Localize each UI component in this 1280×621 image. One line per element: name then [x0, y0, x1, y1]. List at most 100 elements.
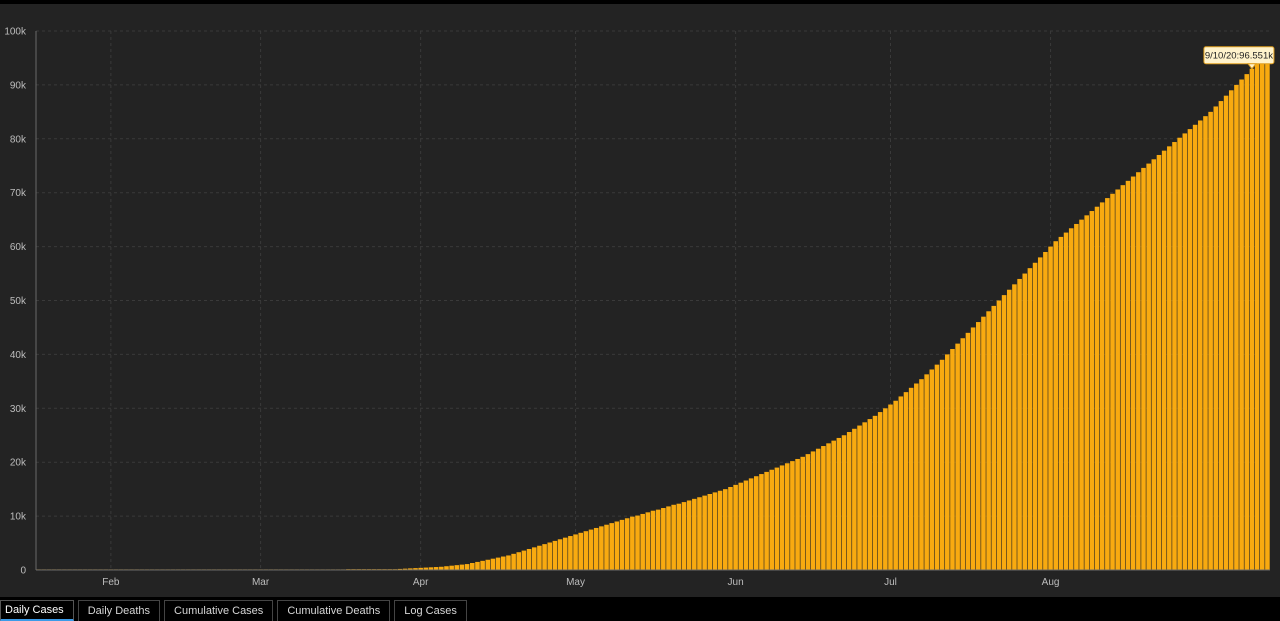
- bar[interactable]: [1130, 176, 1136, 570]
- bar[interactable]: [852, 428, 857, 570]
- bar[interactable]: [743, 480, 749, 570]
- bar[interactable]: [645, 512, 651, 570]
- bar[interactable]: [753, 476, 759, 570]
- bar[interactable]: [986, 311, 991, 570]
- bar[interactable]: [454, 565, 460, 570]
- bar[interactable]: [888, 404, 893, 570]
- bar[interactable]: [1022, 273, 1028, 570]
- bar[interactable]: [970, 327, 976, 570]
- bar[interactable]: [1125, 180, 1131, 571]
- bar[interactable]: [666, 506, 671, 570]
- bar[interactable]: [593, 527, 599, 570]
- bar[interactable]: [506, 555, 511, 570]
- bar[interactable]: [459, 564, 465, 570]
- bar[interactable]: [1120, 185, 1126, 571]
- bar[interactable]: [562, 537, 568, 570]
- bar[interactable]: [903, 392, 909, 570]
- tab-daily-cases[interactable]: Daily Cases: [0, 600, 74, 621]
- tab-cumulative-cases[interactable]: Cumulative Cases: [164, 600, 274, 621]
- bar[interactable]: [630, 516, 635, 570]
- bar[interactable]: [500, 556, 506, 570]
- bar[interactable]: [1074, 223, 1079, 570]
- bar[interactable]: [919, 379, 924, 570]
- bar[interactable]: [826, 443, 831, 570]
- bar[interactable]: [883, 408, 888, 570]
- bar[interactable]: [578, 532, 583, 570]
- bar[interactable]: [1053, 241, 1059, 570]
- bar[interactable]: [924, 374, 929, 570]
- bar[interactable]: [893, 400, 898, 570]
- bar[interactable]: [1037, 257, 1043, 570]
- bar[interactable]: [1146, 163, 1151, 570]
- bar[interactable]: [1079, 219, 1084, 570]
- bar[interactable]: [738, 482, 744, 570]
- bar[interactable]: [1177, 137, 1182, 571]
- bar[interactable]: [1006, 289, 1012, 570]
- bar[interactable]: [800, 456, 806, 570]
- bar[interactable]: [717, 490, 723, 570]
- bar[interactable]: [1198, 120, 1203, 570]
- bar[interactable]: [547, 542, 553, 570]
- bar[interactable]: [470, 562, 475, 570]
- bar[interactable]: [661, 508, 666, 570]
- bar[interactable]: [480, 560, 485, 570]
- bar[interactable]: [867, 419, 873, 570]
- bar[interactable]: [444, 566, 449, 570]
- bar[interactable]: [676, 503, 682, 570]
- bar[interactable]: [702, 495, 707, 570]
- bar[interactable]: [1001, 295, 1007, 570]
- bar[interactable]: [552, 540, 558, 570]
- bar[interactable]: [1192, 124, 1198, 570]
- bar[interactable]: [862, 422, 867, 570]
- bar[interactable]: [583, 531, 589, 570]
- bar[interactable]: [996, 300, 1002, 571]
- tab-daily-deaths[interactable]: Daily Deaths: [77, 600, 161, 621]
- bar[interactable]: [975, 322, 981, 570]
- bar[interactable]: [1099, 202, 1105, 571]
- bar[interactable]: [521, 550, 527, 570]
- bar[interactable]: [1043, 251, 1048, 571]
- bar[interactable]: [733, 484, 738, 570]
- bar[interactable]: [1068, 228, 1074, 571]
- bar[interactable]: [815, 448, 821, 570]
- bar[interactable]: [1156, 154, 1162, 570]
- bar[interactable]: [1172, 142, 1177, 570]
- bar[interactable]: [805, 454, 811, 570]
- bar[interactable]: [764, 471, 769, 570]
- bar[interactable]: [981, 316, 986, 570]
- bar[interactable]: [1218, 101, 1224, 570]
- bar[interactable]: [624, 518, 630, 570]
- bar[interactable]: [1234, 84, 1239, 571]
- bar[interactable]: [1213, 106, 1219, 571]
- bar[interactable]: [1017, 278, 1022, 570]
- bar[interactable]: [655, 509, 661, 570]
- bar[interactable]: [846, 432, 852, 570]
- bar[interactable]: [619, 519, 625, 570]
- bar[interactable]: [723, 489, 728, 570]
- bar[interactable]: [1254, 63, 1260, 571]
- tab-log-cases[interactable]: Log Cases: [394, 600, 467, 621]
- bar[interactable]: [1136, 172, 1141, 570]
- bar[interactable]: [511, 553, 516, 570]
- bar[interactable]: [955, 343, 960, 570]
- bar[interactable]: [671, 504, 676, 570]
- bar[interactable]: [1244, 74, 1250, 571]
- bar[interactable]: [686, 500, 692, 570]
- bar[interactable]: [588, 529, 594, 570]
- bar[interactable]: [929, 369, 935, 570]
- bar[interactable]: [640, 513, 645, 570]
- bar[interactable]: [1063, 232, 1069, 570]
- bar[interactable]: [1032, 262, 1038, 570]
- bar[interactable]: [635, 515, 640, 570]
- bar[interactable]: [810, 451, 816, 570]
- bar[interactable]: [614, 521, 620, 570]
- bar[interactable]: [991, 305, 997, 570]
- bar[interactable]: [950, 349, 955, 570]
- bar[interactable]: [568, 536, 573, 570]
- bar[interactable]: [779, 465, 785, 570]
- bar[interactable]: [857, 425, 862, 570]
- bar[interactable]: [1249, 68, 1255, 570]
- bar[interactable]: [1094, 206, 1100, 571]
- bar[interactable]: [1012, 284, 1017, 570]
- bar[interactable]: [795, 458, 800, 570]
